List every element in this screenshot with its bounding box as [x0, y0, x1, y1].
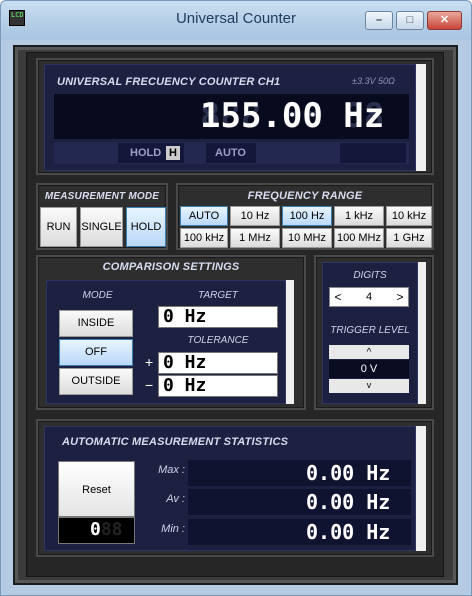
target-label: TARGET [198, 290, 238, 301]
range-10hz-button[interactable]: 10 Hz [230, 206, 280, 226]
min-label: Min : [161, 523, 185, 535]
minimize-button[interactable]: – [365, 11, 393, 30]
hold-button[interactable]: HOLD [126, 207, 166, 247]
range-1mhz-button[interactable]: 1 MHz [230, 228, 280, 248]
maximize-button[interactable]: □ [396, 11, 424, 30]
range-10khz-button[interactable]: 10 kHz [386, 206, 432, 226]
frequency-range-title: FREQUENCY RANGE [247, 190, 363, 202]
mode-label: MODE [82, 290, 113, 301]
digits-increase-button[interactable]: > [393, 289, 407, 305]
range-auto-button[interactable]: AUTO [180, 206, 228, 226]
comparison-scroll-bar [286, 280, 294, 404]
close-button[interactable]: ✕ [427, 11, 462, 30]
max-label: Max : [158, 464, 185, 476]
measurement-mode-title: MEASUREMENT MODE [44, 191, 160, 202]
reset-button[interactable]: Reset [58, 461, 135, 517]
digits-label: DIGITS [353, 270, 387, 281]
input-spec: ±3.3V 50Ω [352, 76, 395, 86]
frequency-readout: 155.00 Hz [200, 96, 385, 136]
digits-value: 4 [365, 291, 373, 303]
trigger-level-label: TRIGGER LEVEL [330, 325, 410, 336]
hold-indicator: H [166, 146, 180, 160]
range-10mhz-button[interactable]: 10 MHz [282, 228, 332, 248]
statistics-scroll-bar [416, 426, 426, 551]
tolerance-plus-sign: + [145, 354, 154, 370]
target-field[interactable]: 0 Hz [158, 306, 278, 328]
reset-counter-value: 0 [90, 519, 101, 540]
trigger-up-button[interactable]: ^ [329, 345, 409, 359]
single-button[interactable]: SINGLE [80, 207, 123, 247]
average-readout: 0.00 Hz [306, 490, 391, 514]
display-title: UNIVERSAL FRECUENCY COUNTER CH1 [57, 76, 281, 88]
tolerance-minus-sign: − [145, 377, 154, 393]
hold-status-label: HOLD [130, 147, 162, 159]
range-100mhz-button[interactable]: 100 MHz [334, 228, 384, 248]
run-button[interactable]: RUN [40, 207, 77, 247]
max-readout: 0.00 Hz [306, 461, 391, 485]
statistics-title: AUTOMATIC MEASUREMENT STATISTICS [62, 436, 289, 448]
tolerance-minus-field[interactable]: 0 Hz [158, 375, 278, 397]
range-100hz-button[interactable]: 100 Hz [282, 206, 332, 226]
trigger-down-button[interactable]: v [329, 379, 409, 393]
off-button[interactable]: OFF [59, 339, 133, 366]
average-label: Av : [166, 493, 185, 505]
tolerance-label: TOLERANCE [187, 335, 249, 346]
inside-button[interactable]: INSIDE [59, 310, 133, 337]
trigger-level-value: 0 V [329, 360, 409, 378]
range-1ghz-button[interactable]: 1 GHz [386, 228, 432, 248]
range-1khz-button[interactable]: 1 kHz [334, 206, 384, 226]
blank-status-box [340, 143, 406, 163]
display-scroll-bar [416, 64, 426, 171]
digits-scroll-bar [418, 262, 426, 404]
min-readout: 0.00 Hz [306, 520, 391, 544]
tolerance-plus-field[interactable]: 0 Hz [158, 352, 278, 374]
range-100khz-button[interactable]: 100 kHz [180, 228, 228, 248]
auto-status-label: AUTO [215, 147, 246, 159]
comparison-title: COMPARISON SETTINGS [102, 261, 240, 273]
outside-button[interactable]: OUTSIDE [59, 368, 133, 395]
digits-decrease-button[interactable]: < [331, 289, 345, 305]
